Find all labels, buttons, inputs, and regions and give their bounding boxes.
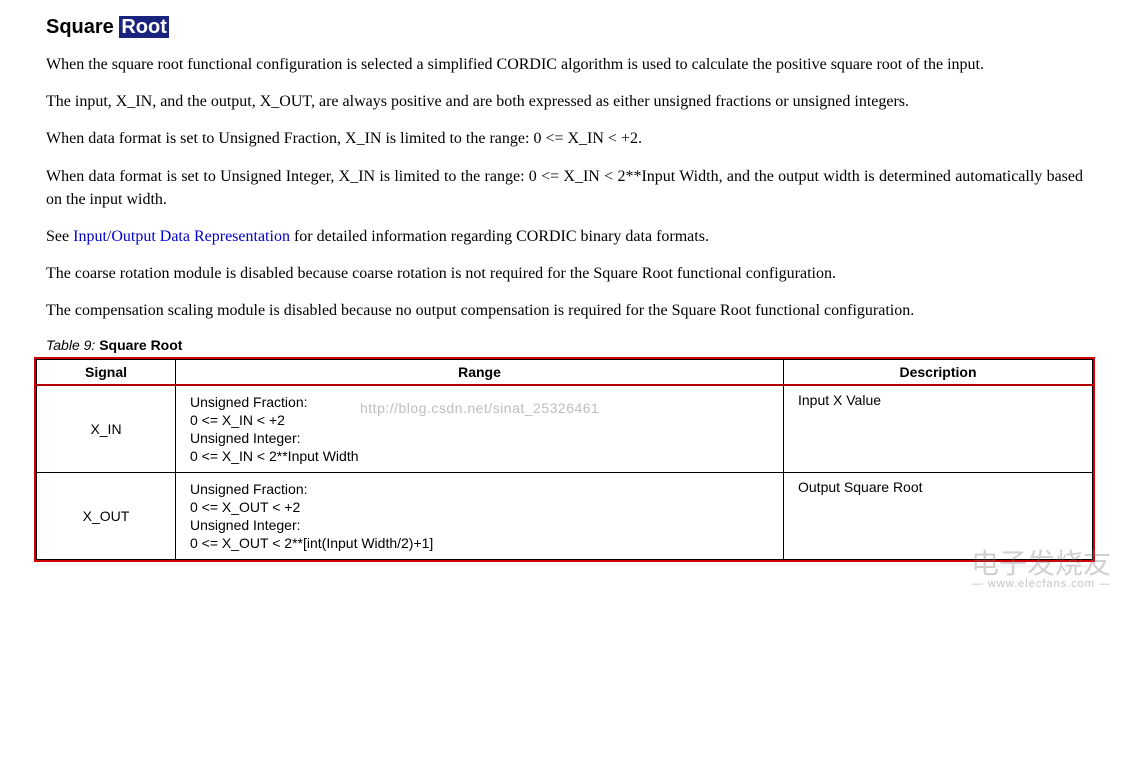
paragraph-compensation: The compensation scaling module is disab… <box>24 299 1105 322</box>
col-signal: Signal <box>37 359 176 385</box>
corner-watermark-url: — www.elecfans.com — <box>971 578 1111 590</box>
range-line: 0 <= X_IN < +2 <box>190 412 769 428</box>
table-header-row: Signal Range Description <box>37 359 1093 385</box>
section-heading: Square Root <box>24 16 1105 39</box>
cell-signal: X_OUT <box>37 472 176 559</box>
see-post: for detailed information regarding CORDI… <box>290 228 709 245</box>
cell-range: Unsigned Fraction: 0 <= X_IN < +2 Unsign… <box>176 385 784 473</box>
table-row: X_IN Unsigned Fraction: 0 <= X_IN < +2 U… <box>37 385 1093 473</box>
paragraph-see-link: See Input/Output Data Representation for… <box>24 225 1105 248</box>
paragraph-intro: When the square root functional configur… <box>24 53 1105 76</box>
paragraph-coarse-rotation: The coarse rotation module is disabled b… <box>24 262 1105 285</box>
caption-number: 9: <box>84 337 96 353</box>
see-pre: See <box>46 228 73 245</box>
paragraph-io-positive: The input, X_IN, and the output, X_OUT, … <box>24 90 1105 113</box>
caption-name: Square Root <box>99 337 182 353</box>
paragraph-unsigned-fraction: When data format is set to Unsigned Frac… <box>24 127 1105 150</box>
range-line: 0 <= X_IN < 2**Input Width <box>190 448 769 464</box>
range-line: Unsigned Fraction: <box>190 481 769 497</box>
caption-word: Table <box>46 337 80 353</box>
cell-description: Output Square Root <box>784 472 1093 559</box>
range-line: Unsigned Integer: <box>190 517 769 533</box>
range-line: Unsigned Fraction: <box>190 394 769 410</box>
range-line: 0 <= X_OUT < 2**[int(Input Width/2)+1] <box>190 535 769 551</box>
heading-plain: Square <box>46 16 119 38</box>
col-description: Description <box>784 359 1093 385</box>
table-highlight-box: Signal Range Description X_IN Unsigned F… <box>34 357 1095 562</box>
cell-range: Unsigned Fraction: 0 <= X_OUT < +2 Unsig… <box>176 472 784 559</box>
square-root-table: Signal Range Description X_IN Unsigned F… <box>36 359 1093 560</box>
table-caption: Table 9: Square Root <box>46 337 1105 353</box>
cell-signal: X_IN <box>37 385 176 473</box>
range-line: 0 <= X_OUT < +2 <box>190 499 769 515</box>
cell-description: Input X Value <box>784 385 1093 473</box>
io-data-representation-link[interactable]: Input/Output Data Representation <box>73 228 290 245</box>
col-range: Range <box>176 359 784 385</box>
paragraph-unsigned-integer: When data format is set to Unsigned Inte… <box>24 165 1105 211</box>
heading-highlight: Root <box>119 16 169 38</box>
range-line: Unsigned Integer: <box>190 430 769 446</box>
table-row: X_OUT Unsigned Fraction: 0 <= X_OUT < +2… <box>37 472 1093 559</box>
